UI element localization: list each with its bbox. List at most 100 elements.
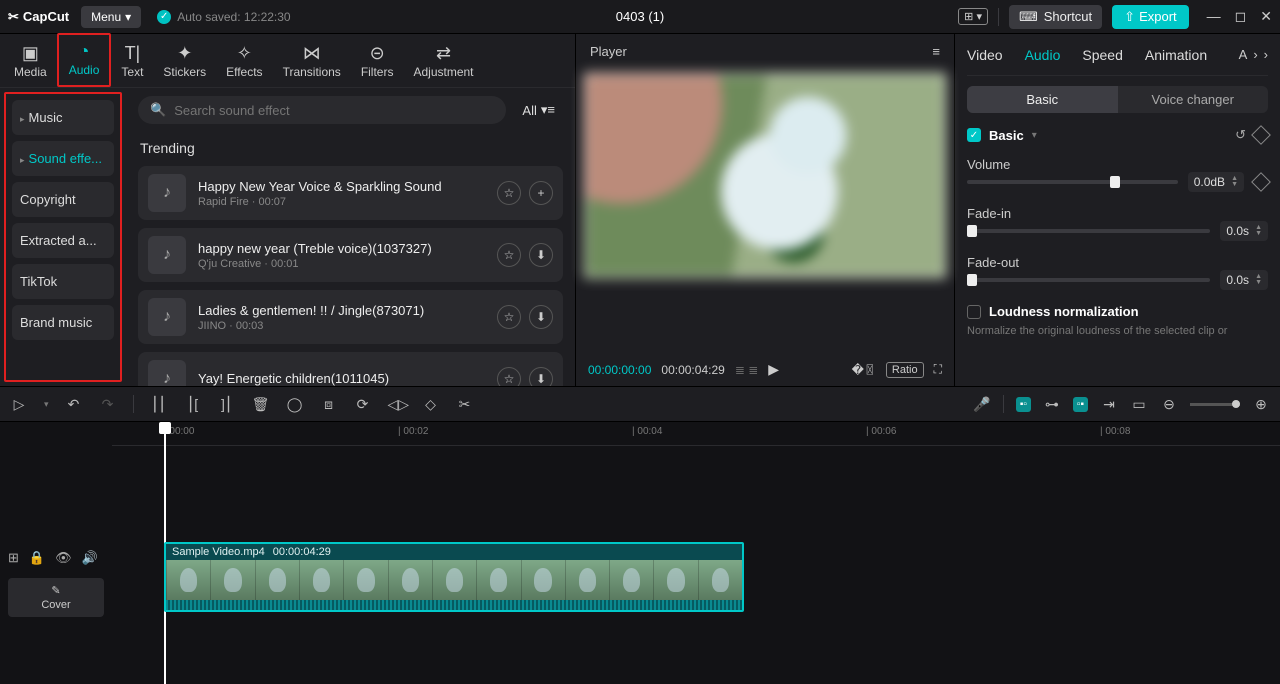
ratio-button[interactable]: Ratio [886, 362, 924, 378]
inspector-tab-video[interactable]: Video [967, 47, 1003, 63]
volume-slider[interactable] [967, 180, 1178, 184]
compare-icon[interactable]: ≣ ≣ [735, 363, 758, 377]
undo-icon[interactable]: ↶ [65, 396, 83, 413]
minimize-button[interactable]: — [1207, 8, 1221, 25]
track-item[interactable]: ♪Happy New Year Voice & Sparkling SoundR… [138, 166, 563, 220]
inspector-tab-audio[interactable]: Audio [1025, 47, 1061, 63]
timeline-main[interactable]: | 00:00| 00:02| 00:04| 00:06| 00:08 Samp… [112, 422, 1280, 684]
tab-media[interactable]: ▣Media [4, 37, 57, 87]
zoom-in-icon[interactable]: ⊕ [1252, 396, 1270, 413]
inspector-more-label[interactable]: A [1239, 47, 1248, 62]
category-copyright[interactable]: Copyright [12, 182, 114, 217]
layout-icon[interactable]: ⊞ ▾ [958, 8, 988, 25]
track-item[interactable]: ♪Yay! Energetic children(1011045)☆⬇ [138, 352, 563, 386]
rotate-icon[interactable]: ⟳ [354, 396, 372, 413]
play-button[interactable]: ▶ [768, 361, 779, 378]
basic-section-header[interactable]: ✓ Basic ▾ ↺ [967, 127, 1268, 143]
star-button[interactable]: ☆ [497, 243, 521, 267]
volume-value[interactable]: 0.0dB▲▼ [1188, 172, 1244, 192]
freeze-icon[interactable]: ◇ [422, 396, 440, 413]
player-panel: Player ≡ 00:00:00:00 00:00:04:29 ≣ ≣ ▶ �… [575, 34, 955, 386]
cover-label: Cover [41, 599, 70, 611]
time-ruler[interactable]: | 00:00| 00:02| 00:04| 00:06| 00:08 [112, 422, 1280, 446]
reset-icon[interactable]: ↺ [1235, 127, 1246, 143]
download-button[interactable]: ⬇ [529, 367, 553, 386]
ruler-tick: | 00:08 [1100, 426, 1130, 437]
chevron-down-icon[interactable]: ▾ [44, 399, 49, 410]
filter-all[interactable]: All ▾≡ [514, 98, 563, 122]
tab-adjustment[interactable]: ⇄Adjustment [403, 37, 483, 87]
zoom-out-icon[interactable]: ⊖ [1160, 396, 1178, 413]
video-clip[interactable]: Sample Video.mp4 00:00:04:29 [164, 542, 744, 612]
preview-frame[interactable] [584, 73, 946, 278]
pointer-tool-icon[interactable]: ▷ [10, 396, 28, 413]
chevron-right-icon[interactable]: › [1264, 47, 1268, 62]
tab-effects[interactable]: ✧Effects [216, 37, 272, 87]
flip-icon[interactable]: ◁▷ [388, 396, 406, 413]
tab-stickers[interactable]: ✦Stickers [153, 37, 216, 87]
split-icon[interactable]: ⎮⎮ [150, 396, 168, 413]
split-left-icon[interactable]: ⎮[ [184, 396, 202, 413]
category-tiktok[interactable]: TikTok [12, 264, 114, 299]
download-button[interactable]: ⬇ [529, 305, 553, 329]
lock-icon[interactable]: 🔒 [29, 550, 45, 566]
inspector-tab-speed[interactable]: Speed [1082, 47, 1122, 63]
category-extracted-a-[interactable]: Extracted a... [12, 223, 114, 258]
loudness-row[interactable]: Loudness normalization [967, 304, 1268, 319]
chevron-right-icon[interactable]: › [1253, 47, 1257, 62]
tab-audio[interactable]: ◔Audio [57, 33, 112, 87]
zoom-slider[interactable] [1190, 403, 1240, 406]
keyframe-icon[interactable] [1251, 172, 1271, 192]
search-box[interactable]: 🔍 [138, 96, 506, 124]
plus-button[interactable]: + [529, 181, 553, 205]
tab-text[interactable]: T|Text [111, 37, 153, 87]
magnet-left-icon[interactable]: ▪▫ [1016, 397, 1031, 412]
redo-icon[interactable]: ↷ [99, 396, 117, 413]
fadeout-value[interactable]: 0.0s▲▼ [1220, 270, 1268, 290]
category-sound-effe-[interactable]: ▸Sound effe... [12, 141, 114, 176]
fullscreen-icon[interactable]: ⛶ [934, 362, 942, 377]
star-button[interactable]: ☆ [497, 305, 521, 329]
keyframe-icon[interactable] [1251, 125, 1271, 145]
crop-tool-icon[interactable]: ✂ [456, 396, 474, 413]
eye-icon[interactable]: 👁 [55, 550, 72, 566]
sub-tab-basic[interactable]: Basic [967, 86, 1118, 113]
tab-transitions[interactable]: ⋈Transitions [273, 37, 351, 87]
export-button[interactable]: ⇧ Export [1112, 5, 1188, 29]
sub-tab-voice-changer[interactable]: Voice changer [1118, 86, 1269, 113]
snap-icon[interactable]: ⇥ [1100, 396, 1118, 413]
crop-icon[interactable]: �〿 [852, 361, 876, 378]
fadein-value[interactable]: 0.0s▲▼ [1220, 221, 1268, 241]
checkbox-off-icon[interactable] [967, 305, 981, 319]
shortcut-button[interactable]: ⌨ Shortcut [1009, 5, 1102, 29]
mirror-icon[interactable]: ⧈ [320, 396, 338, 413]
hamburger-icon[interactable]: ≡ [932, 44, 940, 59]
track-item[interactable]: ♪happy new year (Treble voice)(1037327)Q… [138, 228, 563, 282]
fadeout-slider[interactable] [967, 278, 1210, 282]
link-icon[interactable]: ⊶ [1043, 396, 1061, 413]
fadein-slider[interactable] [967, 229, 1210, 233]
star-button[interactable]: ☆ [497, 181, 521, 205]
search-input[interactable] [174, 103, 494, 118]
inspector-tab-animation[interactable]: Animation [1145, 47, 1207, 63]
mute-icon[interactable]: 🔊 [82, 550, 98, 566]
track-item[interactable]: ♪Ladies & gentlemen! !! / Jingle(873071)… [138, 290, 563, 344]
download-button[interactable]: ⬇ [529, 243, 553, 267]
mask-icon[interactable]: ◯ [286, 396, 304, 413]
cover-button[interactable]: ✎ Cover [8, 578, 104, 617]
music-note-icon: ♪ [148, 174, 186, 212]
category-brand-music[interactable]: Brand music [12, 305, 114, 340]
delete-icon[interactable]: 🗑 [252, 396, 270, 413]
split-right-icon[interactable]: ]⎮ [218, 396, 236, 413]
close-button[interactable]: ✕ [1260, 8, 1272, 25]
track-add-icon[interactable]: ⊞ [8, 550, 19, 566]
mic-icon[interactable]: 🎤 [973, 396, 991, 413]
menu-button[interactable]: Menu ▾ [81, 6, 141, 28]
tab-filters[interactable]: ⊝Filters [351, 37, 404, 87]
maximize-button[interactable]: ◻ [1235, 8, 1247, 25]
checkbox-on-icon[interactable]: ✓ [967, 128, 981, 142]
star-button[interactable]: ☆ [497, 367, 521, 386]
magnet-right-icon[interactable]: ▫▪ [1073, 397, 1088, 412]
category-music[interactable]: ▸Music [12, 100, 114, 135]
preview-cut-icon[interactable]: ▭ [1130, 396, 1148, 413]
